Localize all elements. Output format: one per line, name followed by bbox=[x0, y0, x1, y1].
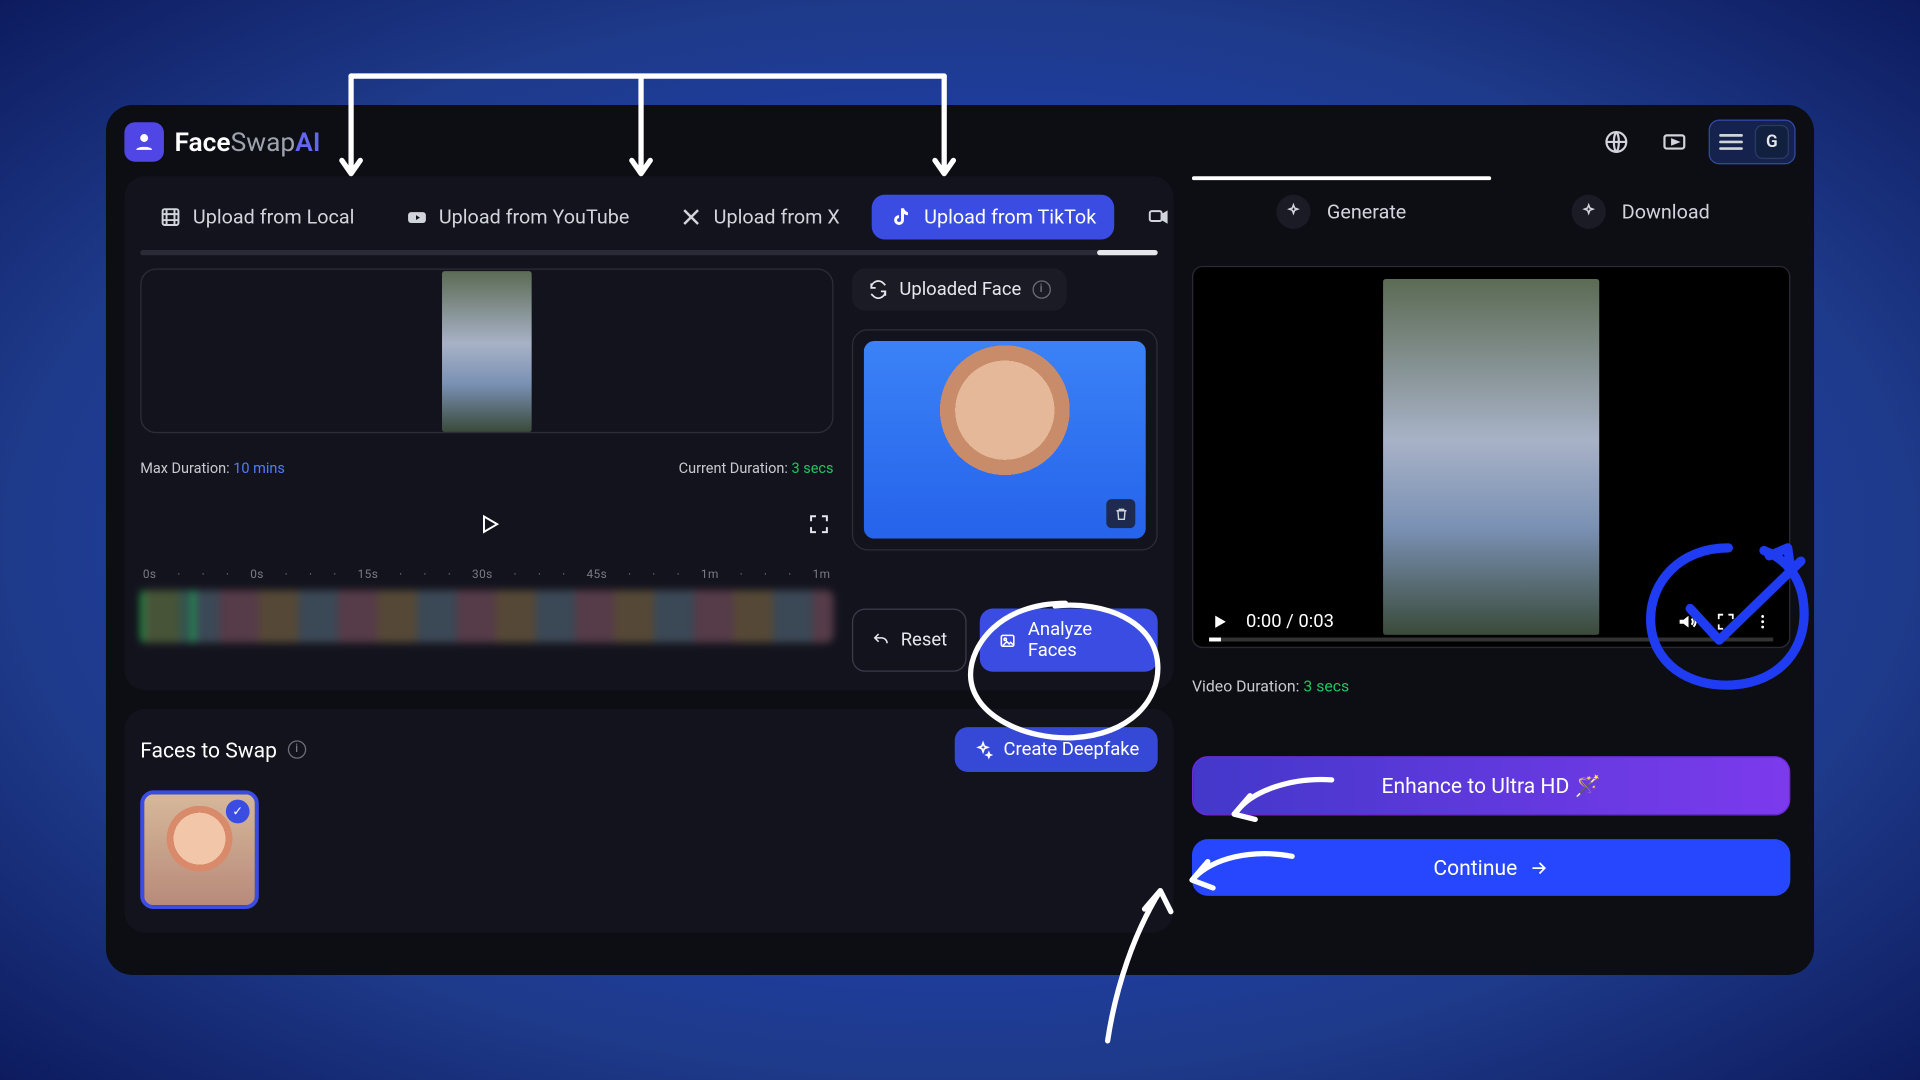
tab-label: Upload from X bbox=[714, 205, 840, 229]
tab-use-preset[interactable]: Use Preset bbox=[1128, 195, 1174, 240]
volume-icon[interactable] bbox=[1676, 610, 1700, 634]
face-column: Uploaded Face i bbox=[852, 268, 1158, 671]
fullscreen-icon[interactable] bbox=[1715, 611, 1736, 632]
tick-label: 45s bbox=[586, 569, 607, 582]
undo-icon bbox=[872, 631, 890, 649]
tab-label: Upload from TikTok bbox=[924, 205, 1096, 229]
output-tabs: Generate Download bbox=[1192, 176, 1790, 247]
tab-upload-tiktok[interactable]: Upload from TikTok bbox=[871, 195, 1114, 240]
upload-tabs: Upload from Local Upload from YouTube Up… bbox=[124, 195, 1173, 240]
time-display: 0:00 / 0:03 bbox=[1246, 611, 1334, 632]
tick-label: 1m bbox=[813, 569, 831, 582]
video-column: Max Duration: 10 mins Current Duration: … bbox=[140, 268, 833, 671]
right-column: Generate Download 0:00 / 0:03 bbox=[1192, 176, 1796, 956]
tick-label: 30s bbox=[472, 569, 493, 582]
tab-upload-x[interactable]: Upload from X bbox=[661, 195, 858, 240]
video-thumbnail bbox=[442, 270, 532, 431]
tab-generate[interactable]: Generate bbox=[1192, 176, 1491, 247]
enhance-ultra-hd-button[interactable]: Enhance to Ultra HD 🪄 bbox=[1192, 756, 1790, 815]
tick-label: 0s bbox=[143, 569, 157, 582]
hamburger-icon[interactable] bbox=[1715, 129, 1747, 155]
tab-download[interactable]: Download bbox=[1491, 176, 1790, 247]
info-icon[interactable]: i bbox=[1032, 280, 1050, 298]
check-icon: ✓ bbox=[226, 800, 250, 824]
header-actions: G bbox=[1593, 120, 1796, 165]
video-preview[interactable] bbox=[140, 268, 833, 433]
faces-header: Faces to Swap i Create Deepfake bbox=[140, 727, 1157, 772]
app-header: FaceSwapAI G bbox=[124, 116, 1795, 169]
tick-label: 1m bbox=[701, 569, 719, 582]
upload-panel: Upload from Local Upload from YouTube Up… bbox=[124, 176, 1173, 690]
left-column: Upload from Local Upload from YouTube Up… bbox=[124, 176, 1173, 956]
analyze-faces-button[interactable]: Analyze Faces bbox=[980, 609, 1158, 672]
app-body: Upload from Local Upload from YouTube Up… bbox=[124, 176, 1795, 956]
uploaded-face-image bbox=[864, 341, 1146, 539]
duration-stats: Max Duration: 10 mins Current Duration: … bbox=[140, 460, 833, 477]
tab-upload-local[interactable]: Upload from Local bbox=[140, 195, 373, 240]
detected-face-tile[interactable]: ✓ bbox=[140, 790, 259, 909]
tab-label: Upload from YouTube bbox=[439, 205, 629, 229]
output-video-frame bbox=[1383, 279, 1599, 635]
progress-bar[interactable] bbox=[1209, 638, 1773, 642]
tabs-scrollbar[interactable] bbox=[140, 250, 1157, 255]
face-actions: Reset Analyze Faces bbox=[852, 609, 1158, 672]
tab-label: Upload from Local bbox=[193, 205, 355, 229]
video-icon[interactable] bbox=[1651, 125, 1698, 159]
sparkle-icon bbox=[1572, 195, 1606, 229]
faces-title: Faces to Swap i bbox=[140, 737, 306, 762]
tick-label: 15s bbox=[358, 569, 379, 582]
button-label: Reset bbox=[901, 630, 948, 651]
button-label: Continue bbox=[1433, 855, 1517, 880]
tab-upload-youtube[interactable]: Upload from YouTube bbox=[386, 195, 648, 240]
app-window: FaceSwapAI G Upload from Loca bbox=[106, 105, 1814, 975]
uploaded-face-pill: Uploaded Face i bbox=[852, 268, 1066, 310]
create-deepfake-button[interactable]: Create Deepfake bbox=[955, 727, 1158, 772]
faces-to-swap-panel: Faces to Swap i Create Deepfake ✓ bbox=[124, 709, 1173, 933]
timeline-filmstrip[interactable] bbox=[140, 590, 833, 643]
video-duration-label: Video Duration: 3 secs bbox=[1192, 677, 1790, 695]
tick-label: 0s bbox=[250, 569, 264, 582]
fullscreen-icon[interactable] bbox=[807, 512, 831, 536]
uploaded-face-card bbox=[852, 329, 1158, 550]
user-avatar[interactable]: G bbox=[1755, 125, 1789, 159]
current-duration: Current Duration: 3 secs bbox=[679, 460, 834, 477]
play-icon[interactable] bbox=[1209, 611, 1230, 632]
player-controls: 0:00 / 0:03 bbox=[1209, 610, 1773, 634]
image-icon bbox=[999, 630, 1018, 650]
max-duration: Max Duration: 10 mins bbox=[140, 460, 285, 477]
button-label: Enhance to Ultra HD 🪄 bbox=[1382, 773, 1601, 798]
brand: FaceSwapAI bbox=[124, 122, 320, 162]
menu-area: G bbox=[1709, 120, 1796, 165]
globe-icon[interactable] bbox=[1593, 125, 1640, 159]
play-center bbox=[172, 511, 807, 537]
button-label: Analyze Faces bbox=[1028, 619, 1139, 661]
timeline-ruler: 0s ··· 0s ··· 15s ··· 30s ··· 45s ··· 1m… bbox=[140, 569, 833, 582]
play-icon[interactable] bbox=[476, 511, 502, 537]
play-controls bbox=[140, 511, 833, 537]
output-player[interactable]: 0:00 / 0:03 bbox=[1192, 266, 1790, 648]
sparkle-icon bbox=[973, 740, 993, 760]
continue-button[interactable]: Continue bbox=[1192, 839, 1790, 896]
kebab-icon[interactable] bbox=[1752, 611, 1773, 632]
reset-button[interactable]: Reset bbox=[852, 609, 967, 672]
brand-title: FaceSwapAI bbox=[174, 126, 320, 158]
refresh-icon bbox=[868, 279, 889, 300]
editor-row: Max Duration: 10 mins Current Duration: … bbox=[124, 255, 1173, 671]
tab-label: Download bbox=[1622, 200, 1710, 224]
pill-label: Uploaded Face bbox=[899, 279, 1021, 300]
arrow-right-icon bbox=[1528, 857, 1549, 878]
info-icon[interactable]: i bbox=[287, 740, 305, 758]
output-panel: Generate Download 0:00 / 0:03 bbox=[1192, 176, 1796, 956]
trash-icon[interactable] bbox=[1106, 499, 1135, 528]
button-label: Create Deepfake bbox=[1003, 739, 1139, 760]
tab-label: Generate bbox=[1327, 200, 1406, 224]
brand-logo-icon bbox=[124, 122, 164, 162]
sparkle-icon bbox=[1277, 195, 1311, 229]
